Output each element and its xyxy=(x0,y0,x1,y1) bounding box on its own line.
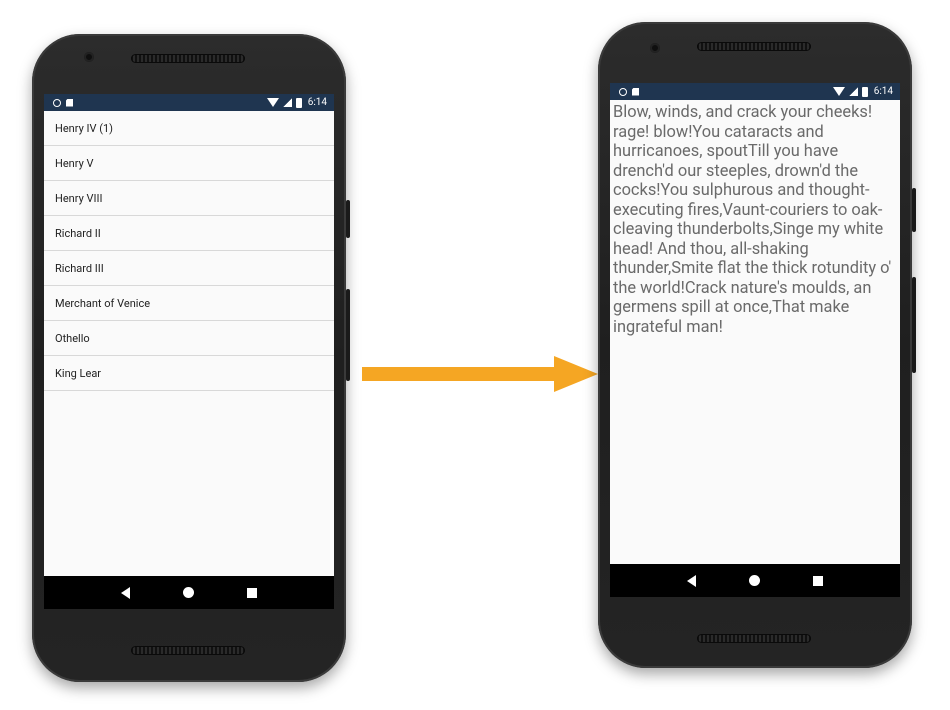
list-item[interactable]: Richard III xyxy=(44,251,334,286)
home-icon[interactable] xyxy=(182,587,194,598)
list-item[interactable]: Henry VIII xyxy=(44,181,334,216)
bottom-speaker xyxy=(697,634,811,643)
front-camera xyxy=(84,52,94,62)
list-item[interactable]: Merchant of Venice xyxy=(44,286,334,321)
list-screen: 6:14 Henry IV (1) Henry V Henry VIII Ric… xyxy=(44,94,334,609)
play-list: Henry IV (1) Henry V Henry VIII Richard … xyxy=(44,111,334,391)
recents-icon[interactable] xyxy=(247,587,258,598)
list-item[interactable]: King Lear xyxy=(44,356,334,391)
bottom-speaker xyxy=(131,646,245,655)
status-time: 6:14 xyxy=(873,86,893,97)
recents-icon[interactable] xyxy=(813,575,824,586)
navigation-bar xyxy=(44,576,334,609)
power-button xyxy=(346,200,350,238)
detail-screen: 6:14 Blow, winds, and crack your cheeks!… xyxy=(610,83,900,597)
back-icon[interactable] xyxy=(120,586,130,599)
quote-text: Blow, winds, and crack your cheeks! rage… xyxy=(613,103,892,337)
list-item[interactable]: Othello xyxy=(44,321,334,356)
wifi-icon xyxy=(266,98,279,107)
home-icon[interactable] xyxy=(748,575,760,586)
wifi-icon xyxy=(832,87,845,96)
right-phone: 6:14 Blow, winds, and crack your cheeks!… xyxy=(598,22,916,668)
arrow-right-icon xyxy=(362,356,598,392)
left-phone: 6:14 Henry IV (1) Henry V Henry VIII Ric… xyxy=(32,34,350,682)
battery-icon xyxy=(861,86,868,97)
sd-card-icon xyxy=(66,98,73,107)
top-speaker xyxy=(697,42,811,51)
front-camera xyxy=(650,43,660,53)
circle-notification-icon xyxy=(53,98,61,107)
status-bar: 6:14 xyxy=(44,94,334,111)
volume-button xyxy=(346,289,350,381)
back-icon[interactable] xyxy=(686,574,696,587)
signal-icon xyxy=(282,98,292,107)
status-bar: 6:14 xyxy=(610,83,900,100)
signal-icon xyxy=(848,87,858,96)
battery-icon xyxy=(295,97,302,108)
power-button xyxy=(912,188,916,232)
circle-notification-icon xyxy=(619,87,627,96)
volume-button xyxy=(912,277,916,373)
list-item[interactable]: Henry V xyxy=(44,146,334,181)
sd-card-icon xyxy=(632,87,639,96)
list-item[interactable]: Richard II xyxy=(44,216,334,251)
navigation-bar xyxy=(610,564,900,597)
list-item[interactable]: Henry IV (1) xyxy=(44,111,334,146)
top-speaker xyxy=(131,54,245,63)
status-time: 6:14 xyxy=(307,97,327,108)
